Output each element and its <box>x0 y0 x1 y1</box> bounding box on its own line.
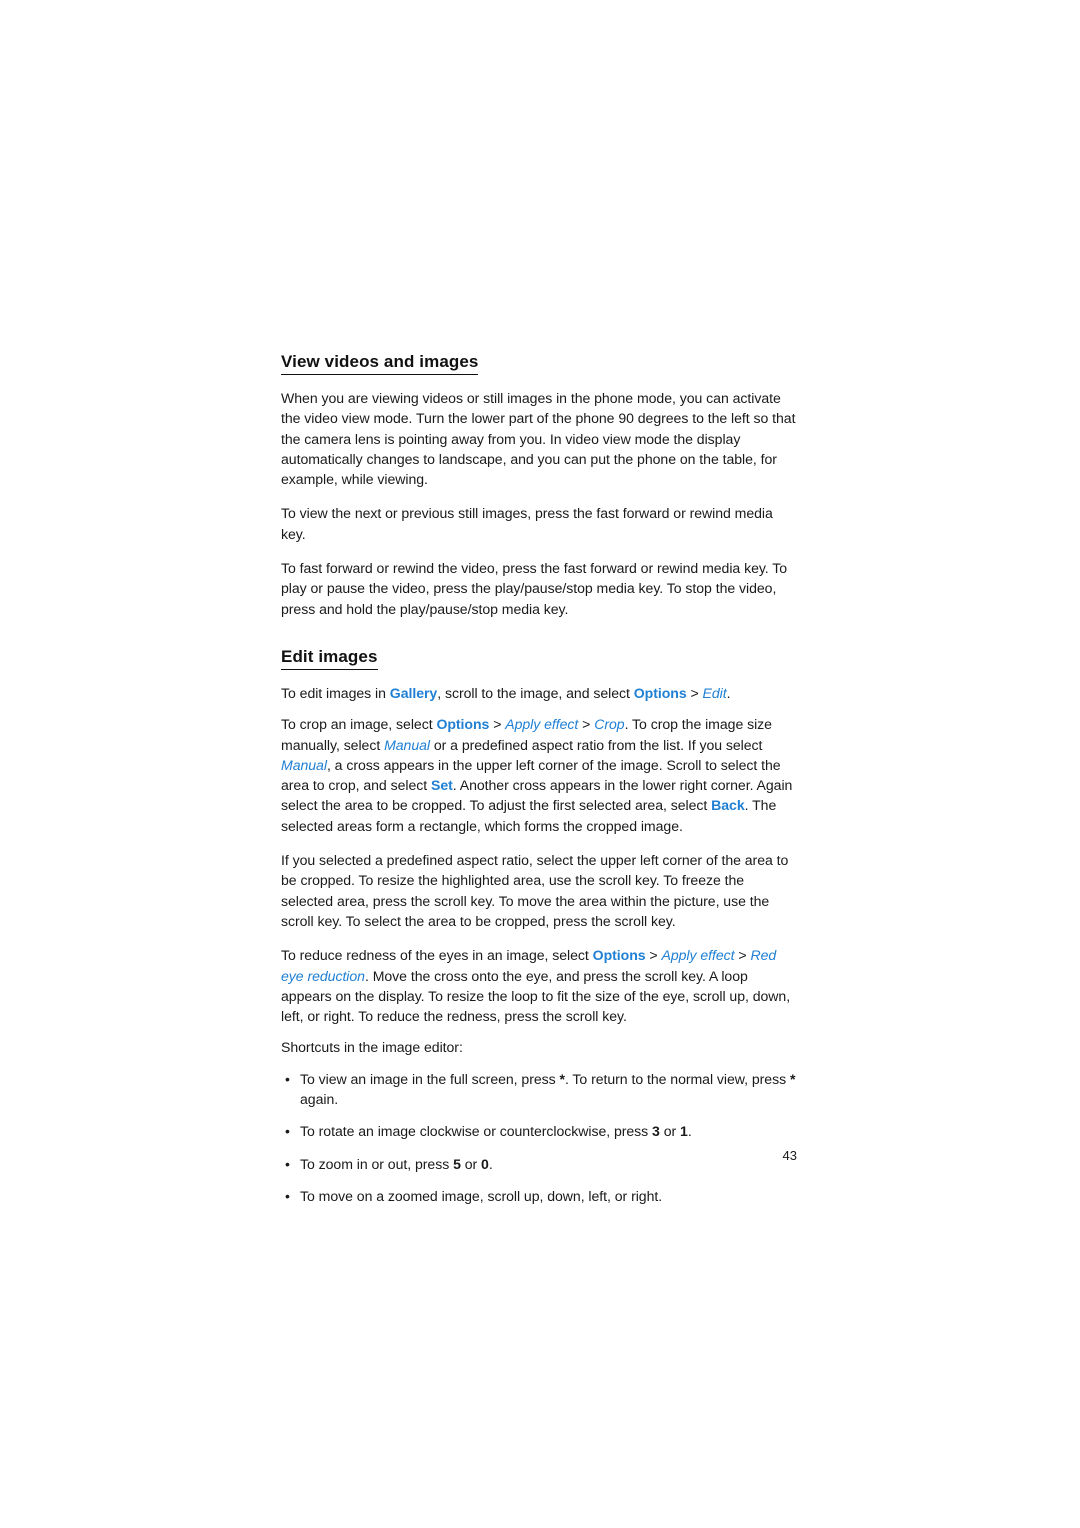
ui-reference-options: Options <box>633 684 687 701</box>
paragraph-view-videos-2: To view the next or previous still image… <box>281 505 773 542</box>
paragraph-view-videos-3: To fast forward or rewind the video, pre… <box>281 560 788 617</box>
text-run: . To return to the normal view, press <box>564 1070 790 1087</box>
paragraph-edit-images-3: If you selected a predefined aspect rati… <box>281 852 789 929</box>
ui-reference-manual: Manual <box>384 736 431 753</box>
bullet-icon: • <box>285 1187 290 1204</box>
text-run: To crop an image, select <box>281 716 437 733</box>
paragraph-view-videos-1: When you are viewing videos or still ima… <box>281 390 796 488</box>
key-label: 3 <box>652 1123 660 1140</box>
ui-reference-options: Options <box>592 947 646 964</box>
bullet-icon: • <box>285 1070 290 1087</box>
text-run: . <box>726 684 731 701</box>
list-item: • To view an image in the full screen, pr… <box>281 1069 797 1110</box>
separator: > <box>489 716 506 733</box>
page-number: 43 <box>782 1148 797 1163</box>
ui-reference-back: Back <box>711 797 745 814</box>
text-run: To reduce redness of the eyes in an imag… <box>281 947 593 964</box>
list-item: • To rotate an image clockwise or counter… <box>281 1121 797 1141</box>
section-view-videos: View videos and images <box>281 352 797 388</box>
ui-reference-apply-effect: Apply effect <box>505 716 579 733</box>
ui-reference-crop: Crop <box>594 716 625 733</box>
section-heading-edit-images: Edit images <box>281 647 378 670</box>
separator: > <box>645 947 662 964</box>
section-heading-view-videos: View videos and images <box>281 352 479 375</box>
ui-reference-options: Options <box>436 716 490 733</box>
shortcuts-list: • To view an image in the full screen, pr… <box>281 1069 797 1206</box>
text-run: again. <box>300 1091 339 1108</box>
text-run: To edit images in <box>281 684 390 701</box>
text-run: To move on a zoomed image, scroll up, do… <box>300 1187 663 1204</box>
section-edit-images: Edit images <box>281 647 797 683</box>
separator: > <box>734 947 751 964</box>
text-run: , scroll to the image, and select <box>437 684 634 701</box>
paragraph-edit-images-2: To crop an image, select Options > Apply… <box>281 714 797 836</box>
bullet-icon: • <box>285 1123 290 1140</box>
ui-reference-set: Set <box>430 777 453 794</box>
text-run: To rotate an image clockwise or counterc… <box>300 1123 653 1140</box>
page-content: View videos and images When you are view… <box>281 352 797 1218</box>
separator: > <box>578 716 595 733</box>
paragraph-shortcuts-intro: Shortcuts in the image editor: <box>281 1039 463 1056</box>
document-page: View videos and images When you are view… <box>0 0 1080 1528</box>
list-item: • To move on a zoomed image, scroll up, d… <box>281 1186 797 1206</box>
key-label: 1 <box>680 1123 688 1140</box>
ui-reference-apply-effect: Apply effect <box>661 947 735 964</box>
key-label: * <box>789 1070 796 1087</box>
text-run: To view an image in the full screen, pre… <box>300 1070 560 1087</box>
paragraph-edit-images-4: To reduce redness of the eyes in an imag… <box>281 945 797 1026</box>
text-run: or <box>659 1123 681 1140</box>
separator: > <box>686 684 703 701</box>
ui-reference-manual: Manual <box>281 756 327 773</box>
ui-reference-edit: Edit <box>702 684 727 701</box>
text-run: . <box>687 1123 692 1140</box>
ui-reference-gallery: Gallery <box>389 684 438 701</box>
text-run: or a predefined aspect ratio from the li… <box>430 736 763 753</box>
paragraph-edit-images-1: To edit images in Gallery, scroll to the… <box>281 683 797 703</box>
